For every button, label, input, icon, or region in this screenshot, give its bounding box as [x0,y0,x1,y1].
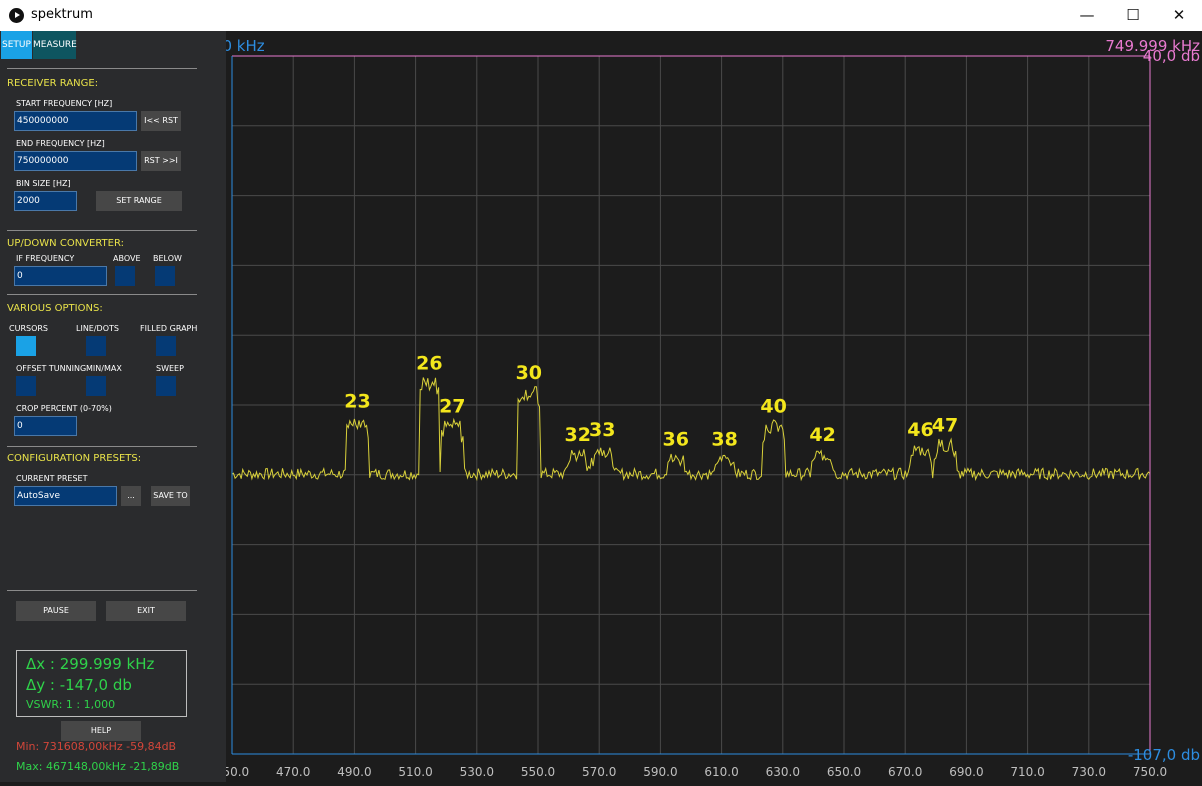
delta-y: Δy : -147,0 db [26,676,132,694]
x-tick-label: 690.0 [949,765,983,779]
x-tick-label: 450.0 [226,765,249,779]
section-presets: CONFIGURATION PRESETS: [7,453,142,464]
above-checkbox[interactable] [115,266,135,286]
divider [7,230,197,231]
bottom-db-label: -107,0 db [1128,746,1200,764]
crop-percent-input[interactable]: 0 [14,416,77,436]
x-tick-label: 510.0 [398,765,432,779]
below-label: BELOW [153,254,182,263]
below-checkbox[interactable] [155,266,175,286]
channel-label: 30 [516,362,542,384]
x-tick-label: 730.0 [1072,765,1106,779]
crop-percent-label: CROP PERCENT (0-70%) [16,404,112,413]
pause-button[interactable]: PAUSE [16,601,96,621]
min-readout: Min: 731608,00kHz -59,84dB [16,740,177,753]
channel-label: 46 [907,419,933,441]
min-max-label: MIN/MAX [86,364,122,373]
x-tick-label: 750.0 [1133,765,1167,779]
save-to-button[interactable]: SAVE TO [151,486,190,506]
channel-label: 23 [344,391,370,413]
divider [7,294,197,295]
divider [7,590,197,591]
minimize-button[interactable]: — [1064,0,1110,31]
x-tick-label: 610.0 [704,765,738,779]
reset-end-button[interactable]: RST >>I [141,151,181,171]
left-cursor-frequency: 450.000 kHz [226,37,265,55]
above-label: ABOVE [113,254,141,263]
spectrum-chart[interactable]: 402511-4-19-33-48-63-78-92-107 450.0470.… [170,31,1202,782]
set-range-button[interactable]: SET RANGE [96,191,182,211]
channel-label: 27 [439,395,465,417]
section-options: VARIOUS OPTIONS: [7,303,103,314]
channel-label: 33 [589,419,615,441]
divider [7,68,197,69]
x-tick-label: 550.0 [521,765,555,779]
channel-label: 36 [662,429,688,451]
offset-tuning-label: OFFSET TUNNING [16,364,87,373]
spectrum-plot[interactable]: 402511-4-19-33-48-63-78-92-107 450.0470.… [170,31,1202,782]
channel-label: 42 [809,424,835,446]
filled-graph-checkbox[interactable] [156,336,176,356]
channel-label: 38 [711,429,737,451]
browse-preset-button[interactable]: ... [121,486,141,506]
bin-size-label: BIN SIZE [HZ] [16,179,71,188]
tab-measure[interactable]: MEASURE [33,31,77,59]
maximize-button[interactable]: ☐ [1110,0,1156,31]
x-tick-label: 590.0 [643,765,677,779]
close-button[interactable]: ✕ [1156,0,1202,31]
top-db-label: 40,0 db [1143,47,1200,65]
channel-label: 26 [416,353,442,375]
play-icon [9,8,24,23]
channel-label: 47 [932,414,958,436]
current-preset-label: CURRENT PRESET [16,474,88,483]
current-preset-input[interactable]: AutoSave [14,486,117,506]
offset-tuning-checkbox[interactable] [16,376,36,396]
x-tick-label: 490.0 [337,765,371,779]
section-receiver-range: RECEIVER RANGE: [7,78,99,89]
if-frequency-label: IF FREQUENCY [16,254,75,263]
delta-readout: Δx : 299.999 kHz Δy : -147,0 db VSWR: 1 … [16,650,187,717]
max-readout: Max: 467148,00kHz -21,89dB [16,760,180,773]
x-tick-label: 470.0 [276,765,310,779]
x-tick-label: 630.0 [766,765,800,779]
line-dots-label: LINE/DOTS [76,324,119,333]
min-max-checkbox[interactable] [86,376,106,396]
cursors-label: CURSORS [9,324,49,333]
help-button[interactable]: HELP [61,721,141,741]
window-title: spektrum [31,7,93,22]
x-tick-label: 570.0 [582,765,616,779]
cursors-checkbox[interactable] [16,336,36,356]
vswr-readout: VSWR: 1 : 1,000 [26,698,116,711]
title-bar: spektrum — ☐ ✕ [0,0,1202,31]
bin-size-input[interactable]: 2000 [14,191,77,211]
if-frequency-input[interactable]: 0 [14,266,107,286]
channel-label: 32 [565,424,591,446]
sweep-label: SWEEP [156,364,184,373]
x-tick-label: 710.0 [1010,765,1044,779]
exit-button[interactable]: EXIT [106,601,186,621]
section-converter: UP/DOWN CONVERTER: [7,238,124,249]
reset-start-button[interactable]: I<< RST [141,111,181,131]
divider [7,446,197,447]
sweep-checkbox[interactable] [156,376,176,396]
x-tick-label: 670.0 [888,765,922,779]
end-frequency-label: END FREQUENCY [HZ] [16,139,105,148]
tab-setup[interactable]: SETUP [1,31,32,59]
line-dots-checkbox[interactable] [86,336,106,356]
x-tick-label: 650.0 [827,765,861,779]
channel-label: 40 [760,395,786,417]
start-frequency-label: START FREQUENCY [HZ] [16,99,113,108]
filled-graph-label: FILLED GRAPH [140,324,198,333]
x-tick-label: 530.0 [460,765,494,779]
start-frequency-input[interactable]: 450000000 [14,111,137,131]
end-frequency-input[interactable]: 750000000 [14,151,137,171]
delta-x: Δx : 299.999 kHz [26,655,155,673]
